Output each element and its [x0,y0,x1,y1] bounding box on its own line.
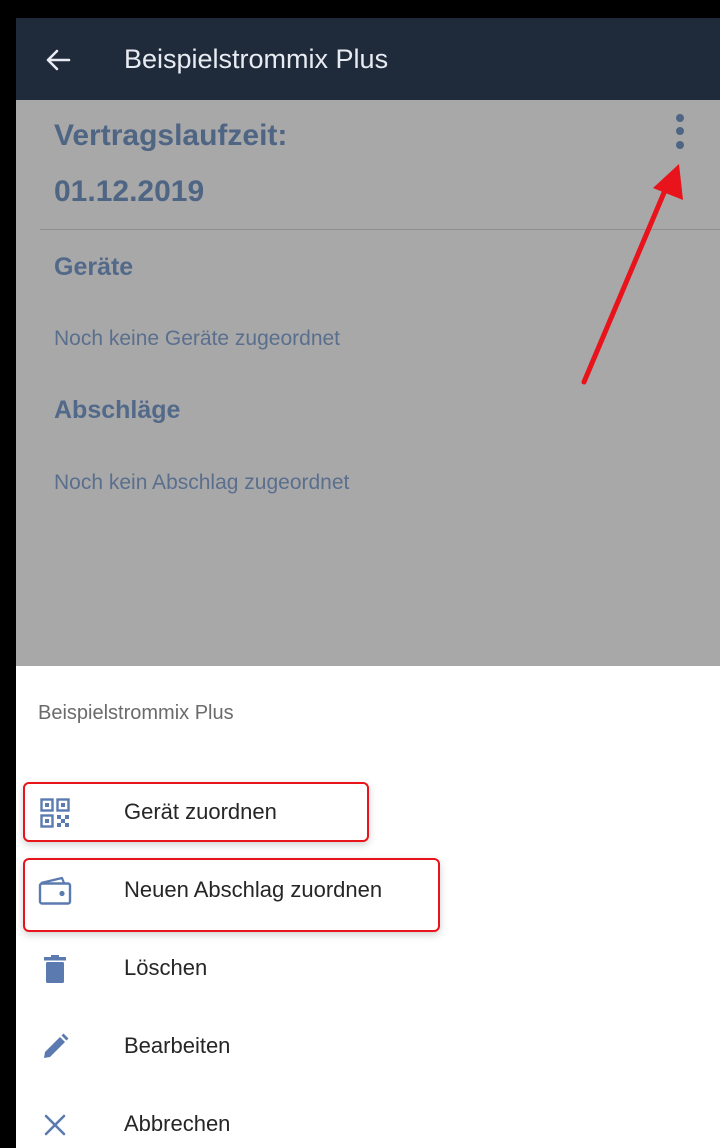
pencil-icon [38,1030,72,1064]
cancel-menu-item[interactable]: Abbrechen [16,1094,720,1148]
app-screen: Beispielstrommix Plus Vertragslaufzeit: … [16,18,720,1148]
arrow-left-icon [46,49,71,71]
more-options-button[interactable] [664,114,696,154]
devices-section-title: Geräte [54,253,134,281]
payments-section-title: Abschläge [54,396,181,424]
more-vertical-icon [676,114,684,122]
assign-payment-menu-item[interactable]: Neuen Abschlag zuordnen [16,860,720,920]
payments-empty-text: Noch kein Abschlag zugeordnet [54,471,350,494]
assign-device-menu-item[interactable]: Gerät zuordnen [16,782,720,842]
page-title: Beispielstrommix Plus [124,44,389,74]
back-button[interactable] [38,40,78,80]
app-bar: Beispielstrommix Plus [16,18,720,100]
assign-payment-label: Neuen Abschlag zuordnen [124,877,383,902]
more-vertical-icon-dot [676,141,684,149]
contract-term-label: Vertragslaufzeit: [54,119,288,152]
divider [40,229,720,230]
cancel-label: Abbrechen [124,1111,231,1136]
edit-menu-item[interactable]: Bearbeiten [16,1016,720,1076]
edit-label: Bearbeiten [124,1033,231,1058]
wallet-icon [38,874,72,908]
trash-icon [38,952,72,986]
qr-code-icon [38,796,72,830]
contract-term-value: 01.12.2019 [54,175,205,208]
action-sheet-title: Beispielstrommix Plus [38,702,234,724]
assign-device-label: Gerät zuordnen [124,799,277,824]
close-icon [38,1108,72,1142]
more-vertical-icon-dot [676,127,684,135]
delete-menu-item[interactable]: Löschen [16,938,720,998]
delete-label: Löschen [124,955,208,980]
contract-details: Vertragslaufzeit: 01.12.2019 Geräte Noch… [16,100,720,666]
devices-empty-text: Noch keine Geräte zugeordnet [54,327,341,350]
action-sheet: Beispielstrommix Plus Gerät zuordnen Neu… [16,666,720,1148]
